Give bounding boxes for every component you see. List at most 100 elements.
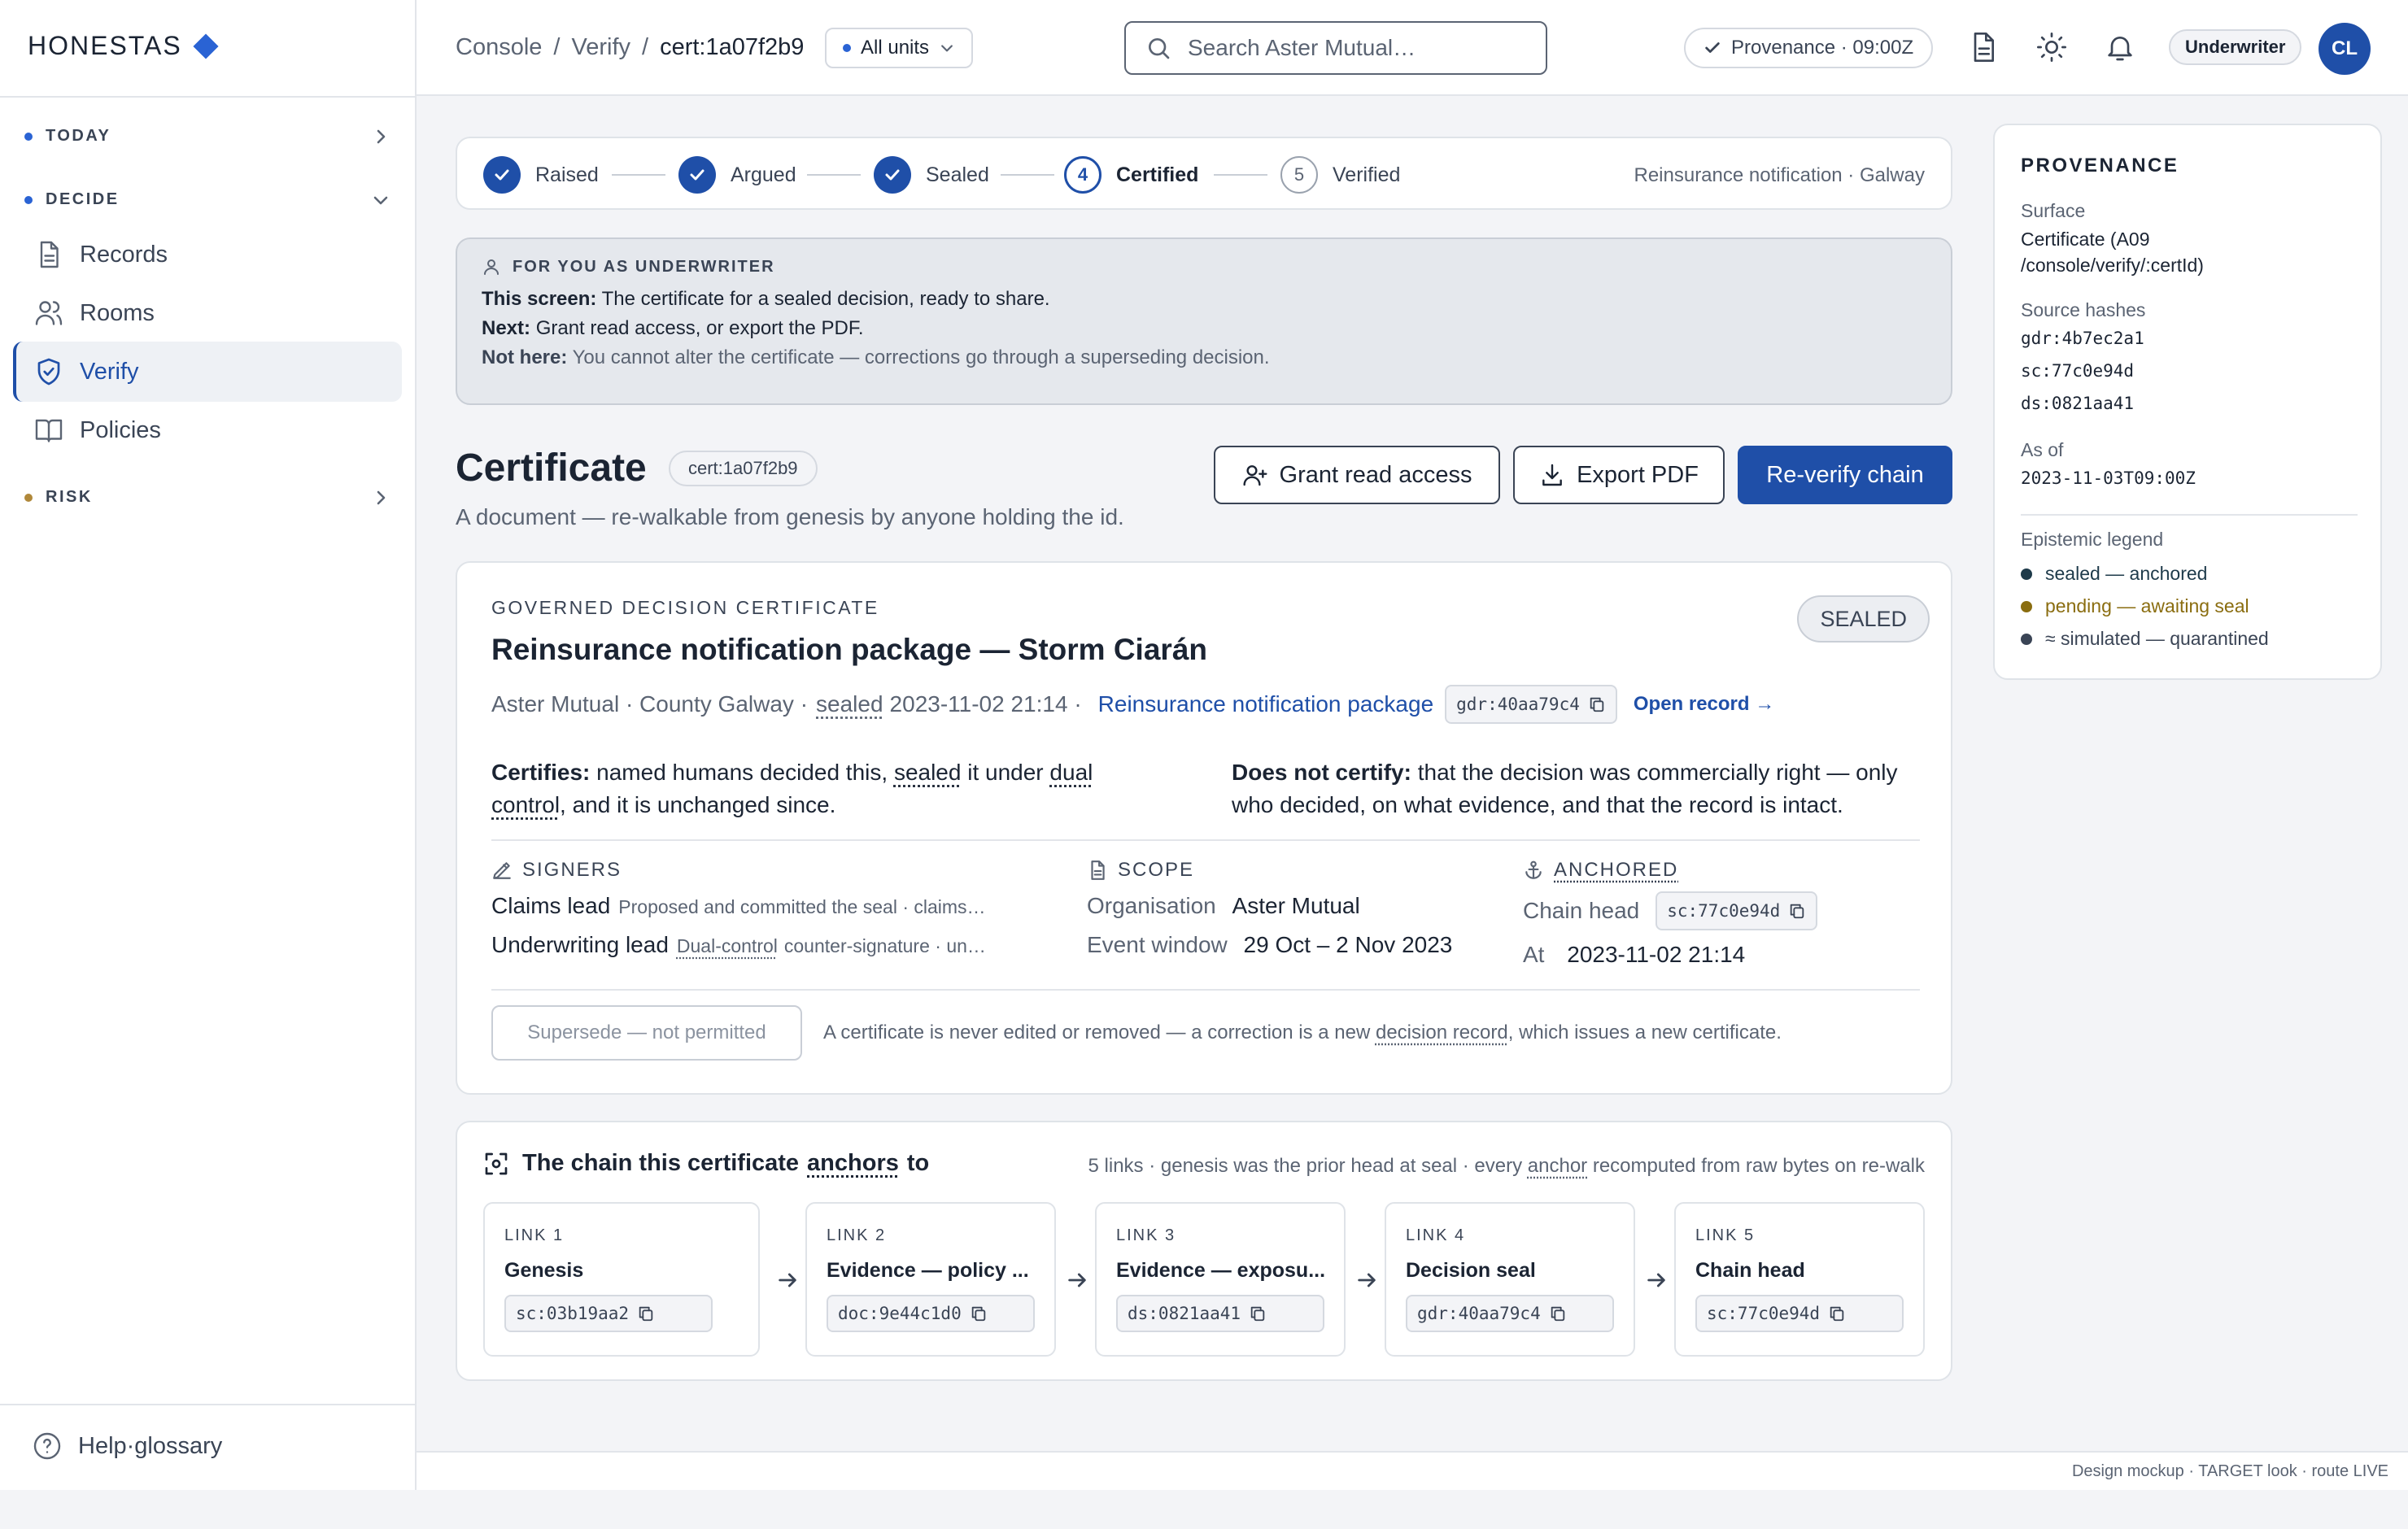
guidance-heading-text: FOR YOU AS UNDERWRITER <box>513 257 775 276</box>
guidance-heading: FOR YOU AS UNDERWRITER <box>482 257 1926 277</box>
decision-record-link[interactable]: Reinsurance notification package <box>1098 691 1433 717</box>
button-label: Re-verify chain <box>1766 461 1924 488</box>
divider <box>491 839 1920 841</box>
anchored-term[interactable]: ANCHORED <box>1554 859 1678 882</box>
legend-text: pending — awaiting seal <box>2045 595 2249 616</box>
footer-note: Design mockup · TARGET look · route LIVE <box>2071 1462 2388 1480</box>
decision-record-term[interactable]: decision record <box>1376 1022 1508 1043</box>
certificate-id-chip: cert:1a07f2b9 <box>669 451 818 486</box>
step-certified[interactable]: 4 Certified <box>1064 156 1198 194</box>
export-pdf-button[interactable]: Export PDF <box>1513 446 1725 504</box>
step-sealed[interactable]: Sealed <box>874 156 989 194</box>
hash-chip[interactable]: sc:77c0e94d <box>1695 1295 1904 1332</box>
section-label: DECIDE <box>46 190 120 208</box>
copy-icon[interactable] <box>1828 1305 1846 1322</box>
dot-icon <box>843 44 851 52</box>
step-connector <box>612 174 665 176</box>
dot-icon <box>24 132 33 141</box>
meta-sealed-term[interactable]: sealed <box>816 691 883 717</box>
link-title: Genesis <box>504 1259 584 1282</box>
step-raised[interactable]: Raised <box>483 156 599 194</box>
units-value: All units <box>861 37 930 59</box>
document-icon[interactable] <box>1967 31 2000 63</box>
sidebar-item-policies[interactable]: Policies <box>13 400 402 460</box>
hash-chip[interactable]: gdr:40aa79c4 <box>1445 685 1617 724</box>
copy-icon[interactable] <box>970 1305 988 1322</box>
sidebar-item-rooms[interactable]: Rooms <box>13 283 402 343</box>
arrow-right-icon <box>779 1273 796 1287</box>
chain-link[interactable]: LINK 3 Evidence — exposu... ds:0821aa41 <box>1095 1202 1346 1357</box>
divider <box>2021 514 2358 516</box>
source-hash: ds:0821aa41 <box>2021 394 2135 413</box>
hash-chip[interactable]: sc:77c0e94d <box>1656 891 1818 930</box>
anchors-term[interactable]: anchors <box>807 1150 899 1177</box>
copy-icon[interactable] <box>637 1305 655 1322</box>
step-argued[interactable]: Argued <box>678 156 796 194</box>
anchor-term[interactable]: anchor <box>1528 1155 1587 1177</box>
diamond-icon <box>193 33 219 59</box>
supersede-note: A certificate is never edited or removed… <box>823 1022 1782 1044</box>
brand-logo[interactable]: HONESTAS <box>28 31 219 61</box>
role-badge[interactable]: Underwriter <box>2169 29 2302 65</box>
hash-chip[interactable]: ds:0821aa41 <box>1116 1295 1324 1332</box>
reverify-chain-button[interactable]: Re-verify chain <box>1738 446 1952 504</box>
hash-chip[interactable]: doc:9e44c1d0 <box>827 1295 1035 1332</box>
breadcrumb-verify[interactable]: Verify <box>571 34 630 61</box>
bell-icon[interactable] <box>2104 31 2136 63</box>
copy-icon[interactable] <box>1249 1305 1267 1322</box>
breadcrumb-console[interactable]: Console <box>456 34 542 61</box>
legend-item-simulated: ≈ simulated — quarantined <box>2021 628 2269 650</box>
copy-icon[interactable] <box>1549 1305 1567 1322</box>
check-icon <box>678 156 716 194</box>
section-risk[interactable]: RISK <box>24 488 390 507</box>
sun-icon[interactable] <box>2035 31 2068 63</box>
breadcrumb-separator: / <box>553 34 561 60</box>
breadcrumb-current: cert:1a07f2b9 <box>660 34 805 60</box>
sidebar-item-label: Records <box>80 241 168 268</box>
shield-check-icon <box>37 358 60 386</box>
supersede-button[interactable]: Supersede — not permitted <box>491 1005 802 1061</box>
open-record-link[interactable]: Open record → <box>1634 693 1774 716</box>
document-icon <box>40 241 59 268</box>
scope-organisation: Organisation Aster Mutual <box>1087 893 1360 919</box>
grant-read-access-button[interactable]: Grant read access <box>1214 446 1500 504</box>
field-value: 29 Oct – 2 Nov 2023 <box>1243 932 1453 957</box>
chain-title-text: The chain this certificate <box>522 1150 800 1176</box>
units-dropdown[interactable]: All units <box>825 28 974 68</box>
chain-link[interactable]: LINK 5 Chain head sc:77c0e94d <box>1674 1202 1925 1357</box>
field-label: Event window <box>1087 932 1228 957</box>
chain-link[interactable]: LINK 4 Decision seal gdr:40aa79c4 <box>1385 1202 1635 1357</box>
hash-chip[interactable]: gdr:40aa79c4 <box>1406 1295 1614 1332</box>
legend-label: Epistemic legend <box>2021 529 2164 550</box>
guidance-key: Next: <box>482 317 531 339</box>
search-input[interactable]: Search Aster Mutual… <box>1124 21 1547 75</box>
dual-control-term[interactable]: Dual-control <box>677 935 778 956</box>
help-glossary-link[interactable]: Help·glossary <box>33 1431 222 1461</box>
sidebar-item-verify[interactable]: Verify <box>13 342 402 402</box>
dot-icon <box>24 195 33 204</box>
download-icon <box>1542 464 1562 486</box>
button-label: Export PDF <box>1577 461 1699 488</box>
chain-link[interactable]: LINK 2 Evidence — policy ... doc:9e44c1d… <box>805 1202 1056 1357</box>
help-icon <box>33 1432 61 1460</box>
chain-link[interactable]: LINK 1 Genesis sc:03b19aa2 <box>483 1202 760 1357</box>
copy-icon[interactable] <box>1788 902 1806 920</box>
section-decide[interactable]: DECIDE <box>24 190 390 209</box>
document-icon <box>1091 860 1105 880</box>
guidance-key: This screen: <box>482 288 597 310</box>
avatar[interactable]: CL <box>2319 23 2371 75</box>
section-today[interactable]: TODAY <box>24 127 390 146</box>
hash-chip[interactable]: sc:03b19aa2 <box>504 1295 713 1332</box>
hash-value: doc:9e44c1d0 <box>838 1304 962 1323</box>
provenance-heading: PROVENANCE <box>2021 155 2179 176</box>
step-verified[interactable]: 5 Verified <box>1280 156 1400 194</box>
sealed-term[interactable]: sealed <box>894 760 962 785</box>
field-label: Organisation <box>1087 893 1216 918</box>
sidebar-item-records[interactable]: Records <box>13 224 402 285</box>
certifies-label: Certifies: <box>491 760 591 785</box>
hash-value: ds:0821aa41 <box>1128 1304 1241 1323</box>
copy-icon[interactable] <box>1588 695 1606 713</box>
certificate-card: GOVERNED DECISION CERTIFICATE Reinsuranc… <box>456 561 1952 1095</box>
status-badge: SEALED <box>1797 595 1930 643</box>
provenance-pill[interactable]: Provenance · 09:00Z <box>1684 28 1934 68</box>
